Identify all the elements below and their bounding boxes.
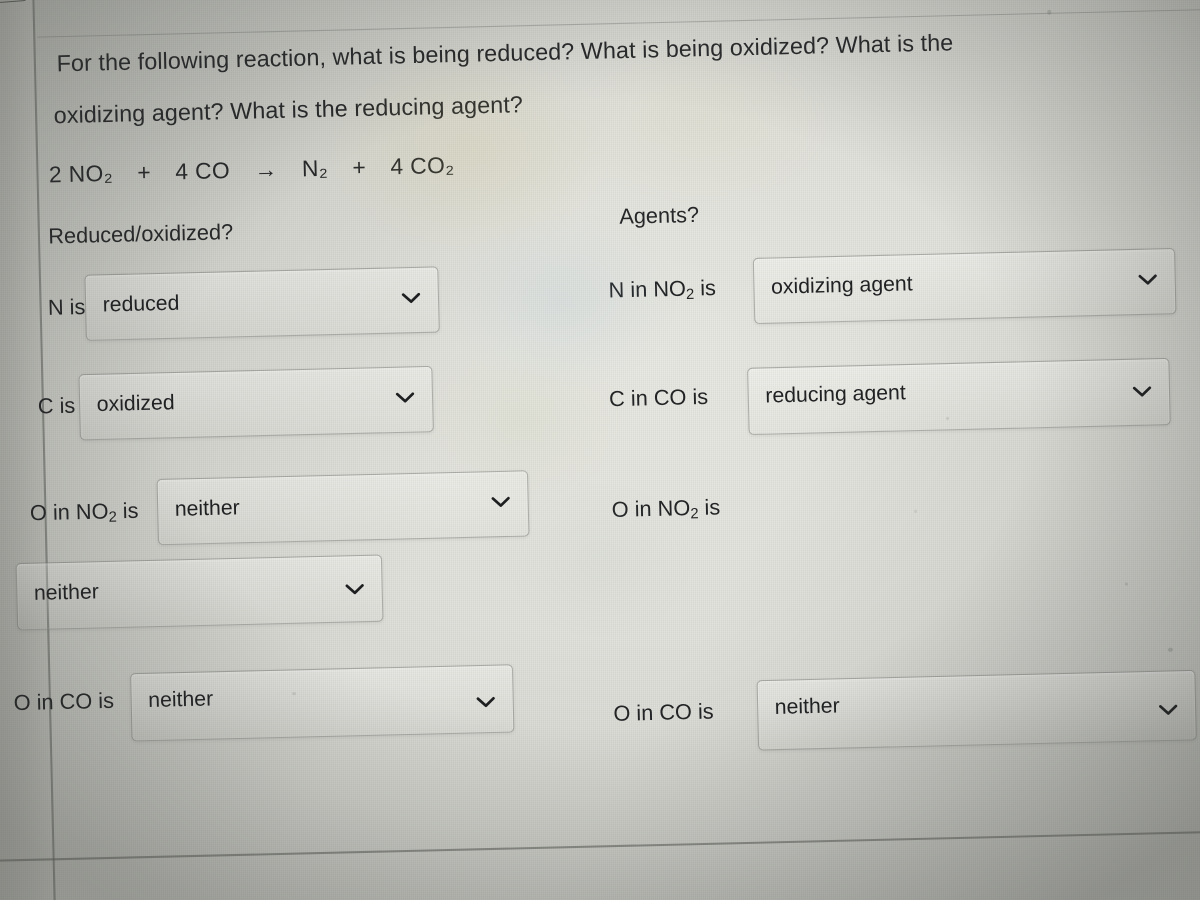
select-unlabeled-neither[interactable]: neither: [15, 554, 384, 631]
question-prompt-line-2: oxidizing agent? What is the reducing ag…: [53, 91, 524, 129]
label-c-is: C is: [37, 393, 76, 419]
chevron-down-icon[interactable]: [475, 695, 496, 710]
label-c-in-co-is: C in CO is: [608, 385, 709, 412]
equation-plus-1: +: [136, 159, 152, 186]
photo-speck: [914, 509, 918, 513]
chevron-down-icon[interactable]: [1158, 702, 1179, 717]
page-screen: Questi For the following reaction, what …: [0, 0, 1200, 900]
chevron-down-icon[interactable]: [395, 390, 416, 405]
label-o-in-co-is-right: O in CO is: [613, 699, 714, 727]
equation-arrow-icon: →: [254, 156, 278, 183]
chevron-down-icon[interactable]: [1137, 272, 1158, 287]
question-content: For the following reaction, what is bein…: [0, 0, 1200, 900]
chevron-down-icon[interactable]: [490, 494, 511, 509]
select-unlabeled-neither-value: neither: [33, 579, 100, 606]
select-o-in-co-left-value: neither: [147, 686, 214, 713]
photo-speck: [1167, 647, 1174, 652]
photo-speck: [1047, 9, 1052, 15]
photo-speck: [1124, 582, 1129, 586]
select-o-in-co-left[interactable]: neither: [130, 664, 515, 742]
chemical-equation: 2 NO₂ + 4 CO → N₂ + 4 CO₂: [49, 152, 455, 188]
select-c-is-value: oxidized: [96, 390, 175, 417]
select-n-in-no2-value: oxidizing agent: [770, 271, 913, 299]
label-o-in-no2-is-right: O in NO2 is: [611, 495, 721, 523]
label-n-is: N is: [47, 295, 86, 321]
chevron-down-icon[interactable]: [401, 291, 422, 306]
select-n-in-no2[interactable]: oxidizing agent: [752, 247, 1177, 325]
screen-photo: Questi For the following reaction, what …: [0, 0, 1200, 900]
select-n-is[interactable]: reduced: [84, 266, 440, 341]
question-prompt-line-1: For the following reaction, what is bein…: [56, 29, 954, 77]
left-column-heading: Reduced/oxidized?: [48, 220, 234, 249]
label-o-in-co-is-left: O in CO is: [13, 689, 115, 716]
label-o-in-no2-is-left: O in NO2 is: [29, 499, 139, 526]
photo-speck: [945, 416, 950, 421]
select-c-is[interactable]: oxidized: [78, 365, 434, 441]
chevron-down-icon[interactable]: [344, 582, 365, 597]
equation-product-2: 4 CO₂: [390, 152, 455, 180]
right-column-heading: Agents?: [619, 203, 700, 229]
equation-plus-2: +: [352, 154, 367, 181]
select-o-in-no2-left[interactable]: neither: [156, 470, 530, 546]
equation-reactant-2: 4 CO: [175, 157, 231, 185]
select-c-in-co[interactable]: reducing agent: [747, 357, 1171, 436]
photo-speck: [291, 692, 297, 696]
label-n-in-no2-is: N in NO2 is: [608, 276, 717, 304]
select-o-in-co-right-value: neither: [774, 693, 840, 720]
select-n-is-value: reduced: [102, 291, 180, 317]
select-o-in-no2-left-value: neither: [174, 495, 240, 522]
select-o-in-co-right[interactable]: neither: [756, 669, 1197, 751]
select-c-in-co-value: reducing agent: [765, 380, 906, 408]
chevron-down-icon[interactable]: [1132, 384, 1153, 399]
equation-reactant-1: 2 NO₂: [48, 160, 114, 188]
equation-product-1: N₂: [301, 155, 329, 182]
